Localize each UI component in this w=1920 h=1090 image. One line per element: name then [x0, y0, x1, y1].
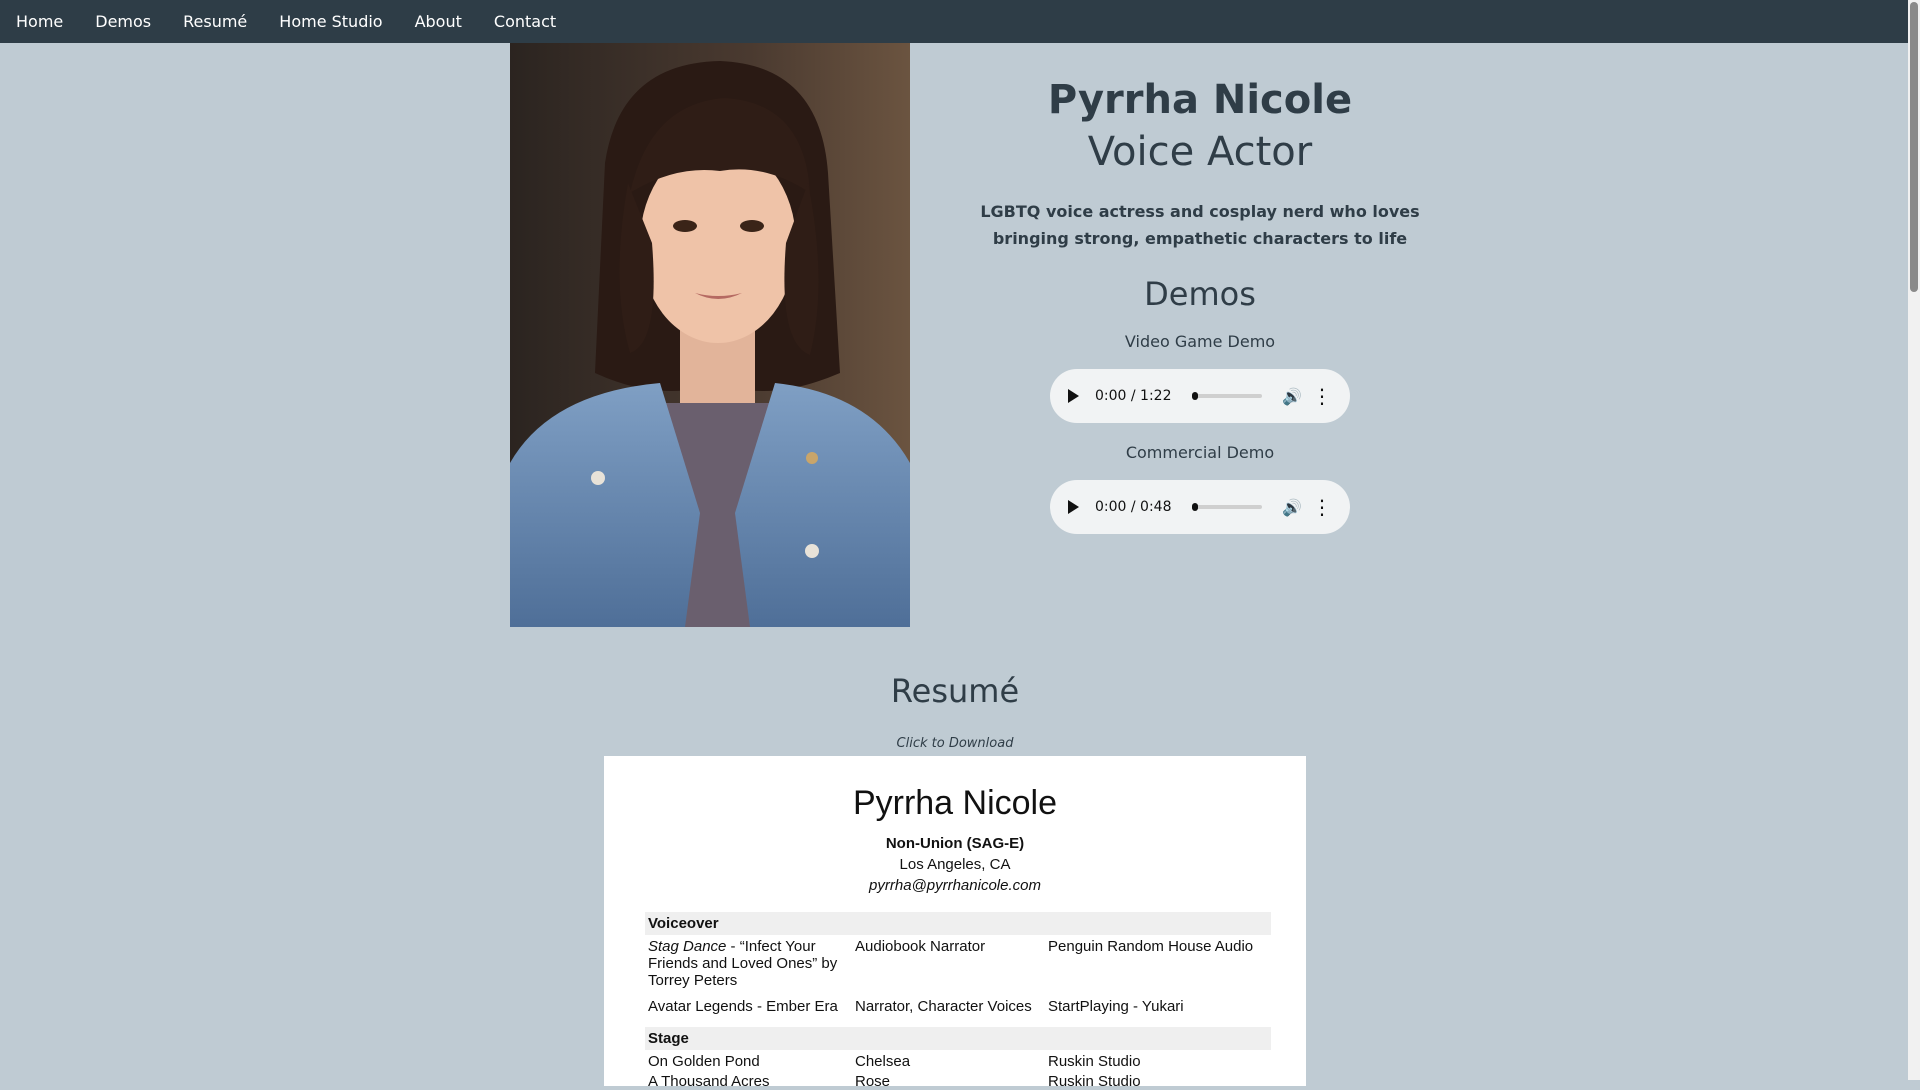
- demos-heading: Demos: [1144, 275, 1256, 313]
- audio-time: 0:00 / 0:48: [1095, 499, 1172, 515]
- nav-home-studio[interactable]: Home Studio: [263, 12, 398, 31]
- page-title: Pyrrha Nicole: [1047, 77, 1353, 123]
- credit-role: Audiobook Narrator: [855, 938, 986, 955]
- credit-role: Narrator, Character Voices: [855, 998, 1032, 1015]
- audio-progress-slider[interactable]: [1191, 392, 1263, 400]
- table-row: A Thousand Acres Rose Ruskin Studio: [645, 1070, 1271, 1090]
- nav-contact[interactable]: Contact: [478, 12, 572, 31]
- credit-org: Ruskin Studio: [1048, 1053, 1141, 1070]
- resume-heading: Resumé: [890, 672, 1020, 710]
- table-row: On Golden Pond Chelsea Ruskin Studio: [645, 1050, 1271, 1070]
- credit-title: A Thousand Acres: [648, 1073, 770, 1090]
- volume-icon[interactable]: 🔊: [1282, 498, 1302, 517]
- subtitle-role: Voice Actor: [1087, 129, 1313, 175]
- more-options-icon[interactable]: ⋮: [1312, 497, 1332, 517]
- section-heading: Voiceover: [645, 912, 1271, 935]
- play-icon[interactable]: [1068, 389, 1079, 403]
- tagline: LGBTQ voice actress and cosplay nerd who…: [980, 202, 1420, 248]
- resume-document[interactable]: Pyrrha Nicole Non-Union (SAG-E) Los Ange…: [604, 756, 1306, 1090]
- credit-role: Chelsea: [855, 1053, 911, 1070]
- credit-org: Ruskin Studio: [1048, 1073, 1141, 1090]
- nav-resume[interactable]: Resumé: [167, 12, 263, 31]
- table-row: Stag Dance - “Infect Your Friends and Lo…: [645, 935, 1271, 989]
- resume-union: Non-Union (SAG-E): [885, 835, 1025, 852]
- credit-title: Stag Dance: [648, 938, 727, 955]
- scrollbar-thumb[interactable]: [1910, 2, 1918, 292]
- hero-section: Pyrrha Nicole Voice Actor LGBTQ voice ac…: [975, 70, 1425, 534]
- demo-label: Video Game Demo: [1124, 332, 1276, 351]
- nav-demos[interactable]: Demos: [79, 12, 167, 31]
- credit-org: StartPlaying - Yukari: [1048, 998, 1184, 1015]
- download-link[interactable]: Click to Download: [0, 736, 1910, 751]
- nav-about[interactable]: About: [399, 12, 478, 31]
- audio-progress-slider[interactable]: [1191, 503, 1263, 511]
- audio-time: 0:00 / 1:22: [1095, 388, 1172, 404]
- top-nav: Home Demos Resumé Home Studio About Cont…: [0, 0, 1908, 43]
- stage-section: Stage On Golden Pond Chelsea Ruskin Stud…: [645, 1027, 1271, 1090]
- credit-org: Penguin Random House Audio: [1048, 938, 1254, 955]
- credit-title: Avatar Legends - Ember Era: [648, 998, 838, 1015]
- headshot-photo: [510, 43, 910, 627]
- table-row: Avatar Legends - Ember Era Narrator, Cha…: [645, 995, 1271, 1015]
- credit-role: Rose: [855, 1073, 891, 1090]
- play-icon[interactable]: [1068, 500, 1079, 514]
- resume-name: Pyrrha Nicole: [852, 784, 1058, 822]
- more-options-icon[interactable]: ⋮: [1312, 386, 1332, 406]
- audio-player-commercial[interactable]: 0:00 / 0:48 🔊 ⋮: [1050, 480, 1350, 534]
- audio-player-video-game[interactable]: 0:00 / 1:22 🔊 ⋮: [1050, 369, 1350, 423]
- demo-label: Commercial Demo: [1125, 443, 1275, 462]
- page-scrollbar[interactable]: [1908, 0, 1920, 1080]
- resume-email: pyrrha@pyrrhanicole.com: [869, 877, 1041, 894]
- nav-home[interactable]: Home: [0, 12, 79, 31]
- credit-title: On Golden Pond: [648, 1053, 760, 1070]
- voiceover-section: Voiceover Stag Dance - “Infect Your Frie…: [645, 912, 1271, 1015]
- section-heading: Stage: [645, 1027, 1271, 1050]
- resume-location: Los Angeles, CA: [899, 856, 1011, 873]
- volume-icon[interactable]: 🔊: [1282, 387, 1302, 406]
